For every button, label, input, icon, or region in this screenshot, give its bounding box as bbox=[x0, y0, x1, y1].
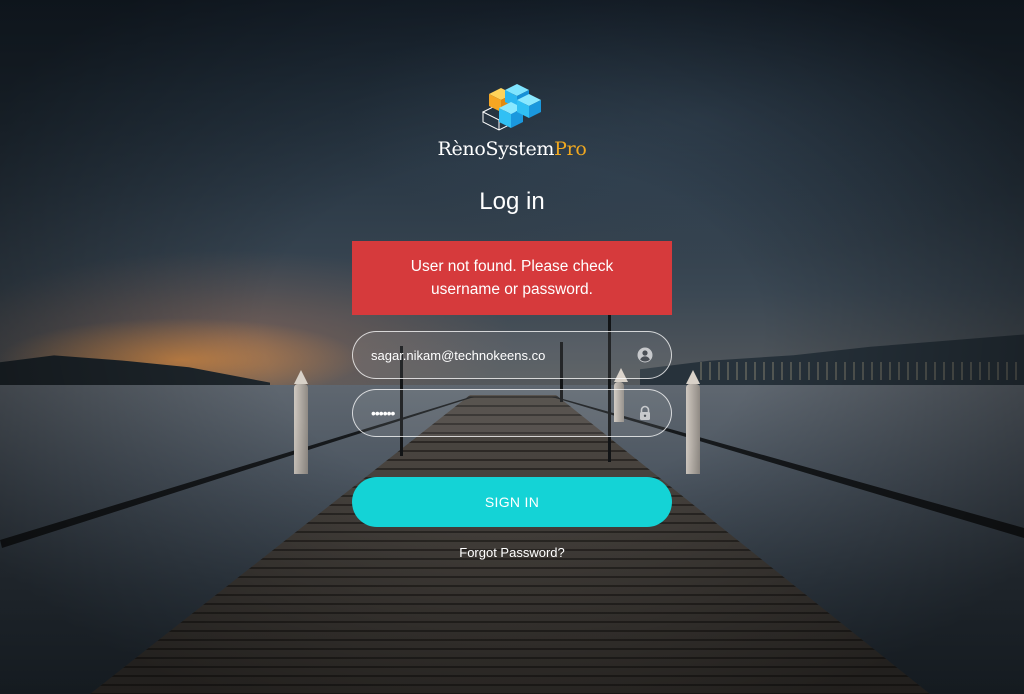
username-input[interactable] bbox=[371, 332, 621, 378]
page-title: Log in bbox=[479, 188, 545, 215]
sign-in-button[interactable]: SIGN IN bbox=[352, 477, 672, 527]
password-input[interactable] bbox=[371, 390, 621, 436]
lock-icon bbox=[637, 405, 653, 421]
login-panel: RènoSystemPro Log in User not found. Ple… bbox=[352, 82, 672, 562]
username-field bbox=[352, 331, 672, 379]
forgot-password-link[interactable]: Forgot Password? bbox=[459, 545, 565, 560]
brand-name-main: RènoSystem bbox=[437, 138, 555, 160]
brand-name-accent: Pro bbox=[554, 138, 587, 160]
error-alert: User not found. Please check username or… bbox=[352, 241, 672, 315]
password-field bbox=[352, 389, 672, 437]
user-circle-icon bbox=[637, 347, 653, 363]
login-screen: RènoSystemPro Log in User not found. Ple… bbox=[0, 0, 1024, 694]
error-message: User not found. Please check username or… bbox=[410, 258, 614, 298]
brand-logo: RènoSystemPro bbox=[437, 82, 587, 162]
brand-name: RènoSystemPro bbox=[437, 138, 587, 160]
stacked-cubes-logo-icon bbox=[437, 82, 587, 136]
